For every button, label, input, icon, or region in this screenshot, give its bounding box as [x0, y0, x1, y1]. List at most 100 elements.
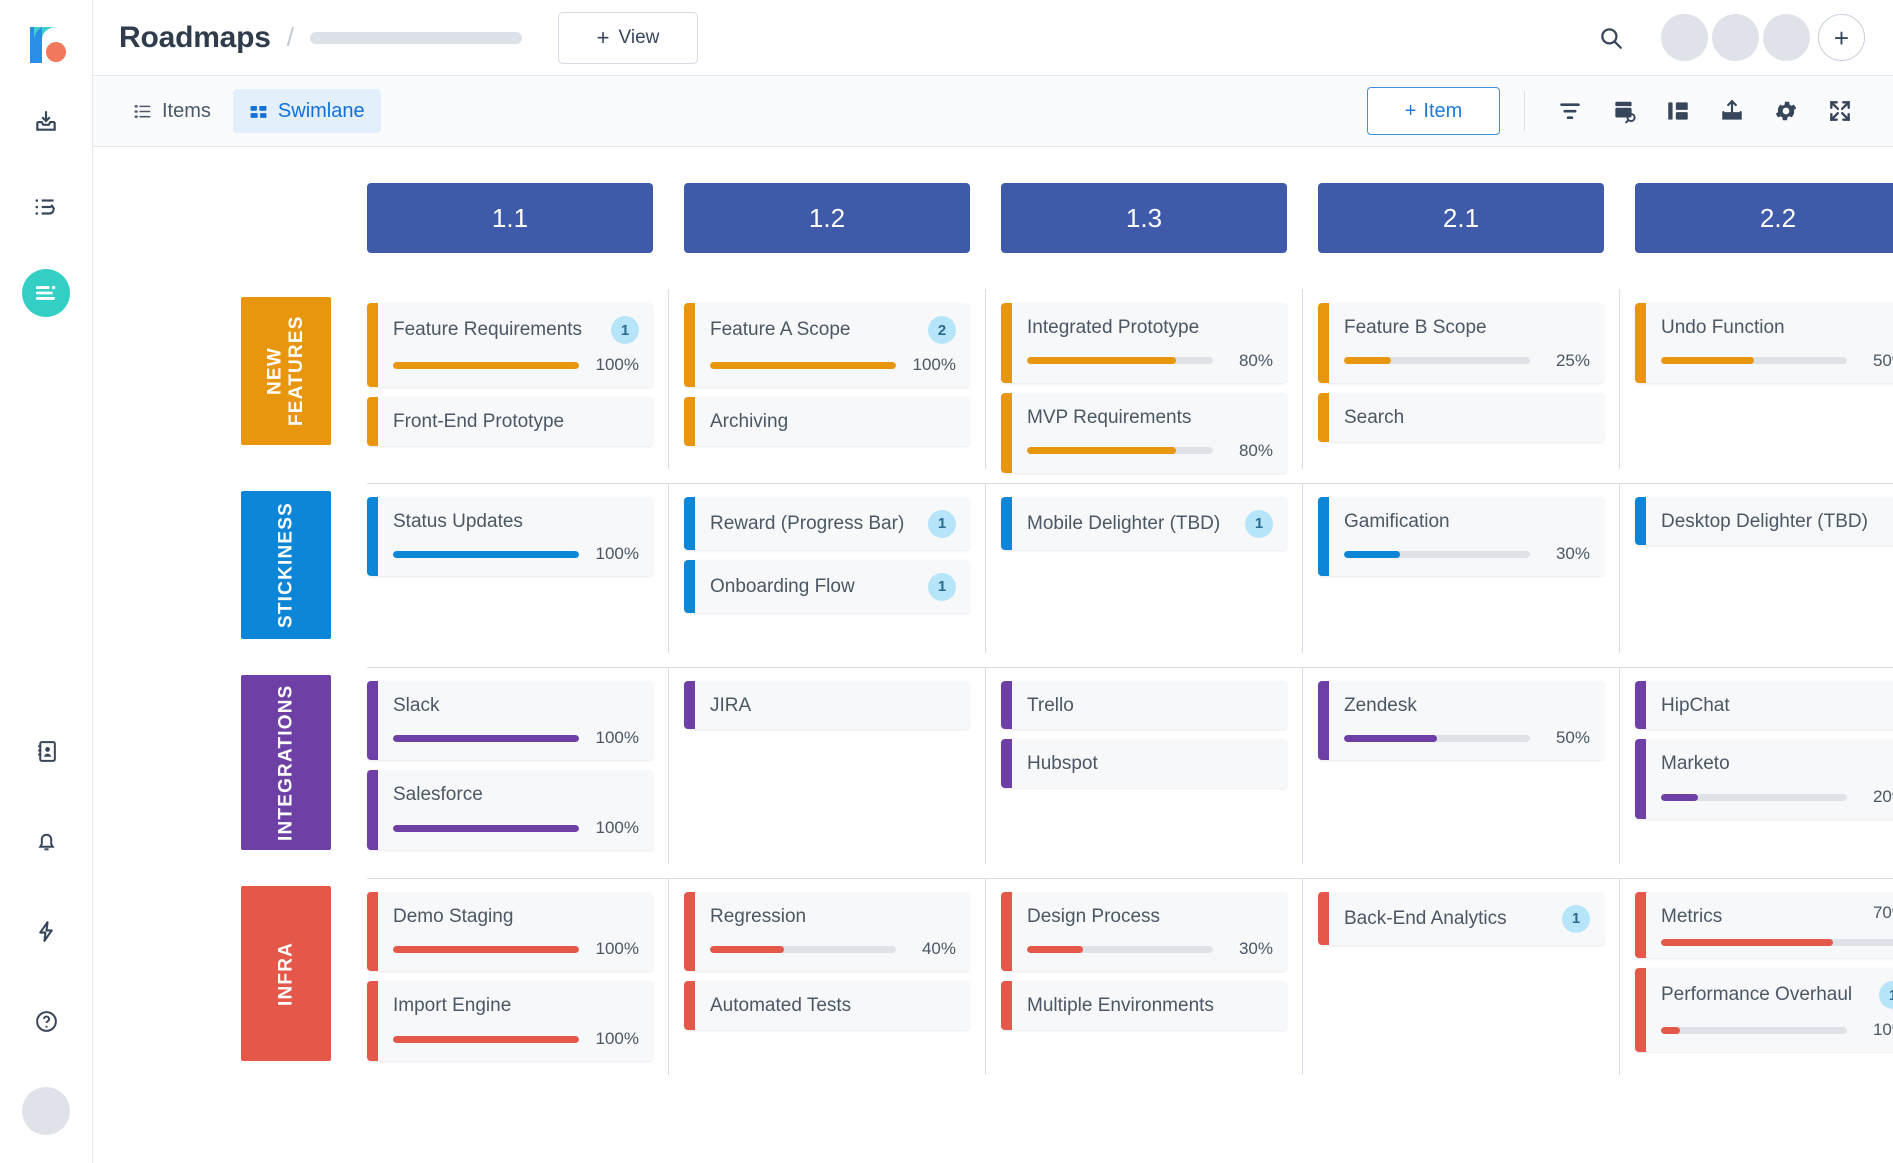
roadmap-item-card[interactable]: Automated Tests	[684, 981, 970, 1030]
roadmap-item-card[interactable]: Design Process 30%	[1001, 891, 1287, 972]
gear-icon[interactable]	[1759, 87, 1813, 135]
sidebar-item-inbox[interactable]	[22, 97, 70, 145]
card-count-badge[interactable]: 1	[1879, 981, 1893, 1010]
tab-swimlane[interactable]: Swimlane	[232, 89, 381, 133]
roadmap-item-card[interactable]: Demo Staging 100%	[367, 891, 653, 972]
card-count-badge[interactable]: 1	[1245, 509, 1273, 538]
add-view-button[interactable]: + View	[558, 11, 699, 64]
roadmap-item-card[interactable]: HipChat	[1635, 680, 1893, 730]
roadmap-item-card[interactable]: Slack 100%	[367, 680, 653, 761]
layout-panel-icon[interactable]	[1651, 87, 1705, 135]
card-progress-percent: 20%	[1872, 787, 1893, 806]
roadmap-item-card[interactable]: Zendesk 50%	[1318, 680, 1604, 761]
roadmap-item-card[interactable]: JIRA	[684, 680, 970, 730]
roadmap-item-card[interactable]: Search	[1318, 392, 1604, 442]
card-count-badge[interactable]: 1	[928, 509, 956, 538]
column-header[interactable]: 1.2	[684, 183, 970, 253]
swimlane-cell[interactable]: Design Process 30% Multiple Environments	[1001, 877, 1303, 1089]
sidebar-item-integrations[interactable]	[22, 907, 70, 955]
avatar[interactable]	[22, 1087, 70, 1135]
roadmap-item-card[interactable]: Front-End Prototype	[367, 397, 653, 446]
sidebar-item-feedback[interactable]	[22, 183, 70, 231]
progress-track	[393, 734, 579, 742]
roadmap-item-card[interactable]: Integrated Prototype 80%	[1001, 303, 1287, 383]
roadmap-item-card[interactable]: Performance Overhaul 1 10%	[1635, 968, 1893, 1053]
search-icon[interactable]	[1589, 16, 1633, 60]
roadmap-item-card[interactable]: MVP Requirements 80%	[1001, 392, 1287, 473]
swimlane-cell[interactable]: JIRA	[684, 666, 986, 878]
swimlane-cell[interactable]: Zendesk 50%	[1318, 666, 1620, 878]
sidebar-item-notifications[interactable]	[22, 817, 70, 865]
roadmap-item-card[interactable]: Mobile Delighter (TBD) 1	[1001, 496, 1287, 550]
card-title: Slack	[393, 694, 440, 716]
column-header[interactable]: 1.1	[367, 183, 653, 253]
swimlane-cell[interactable]: Desktop Delighter (TBD)	[1635, 483, 1893, 667]
card-count-badge[interactable]: 1	[611, 316, 639, 344]
roadmap-item-card[interactable]: Desktop Delighter (TBD)	[1635, 496, 1893, 546]
roadmap-item-card[interactable]: Feature A Scope 2 100%	[684, 303, 970, 387]
swimlane-cell[interactable]: Trello Hubspot	[1001, 666, 1303, 878]
roadmap-item-card[interactable]: Status Updates 100%	[367, 496, 653, 577]
roadmap-item-card[interactable]: Feature B Scope 25%	[1318, 303, 1604, 383]
card-title-row: Mobile Delighter (TBD) 1	[1027, 509, 1273, 538]
swimlane-cell[interactable]: Gamification 30%	[1318, 482, 1620, 667]
swimlane-cell[interactable]: Undo Function 50%	[1635, 289, 1893, 483]
add-item-button[interactable]: + Item	[1367, 87, 1500, 135]
sidebar-item-help[interactable]	[22, 997, 70, 1045]
card-count-badge[interactable]: 2	[928, 316, 956, 344]
swimlane-cell[interactable]: Status Updates 100%	[367, 482, 669, 667]
roadmap-item-card[interactable]: Reward (Progress Bar) 1	[684, 496, 970, 550]
roadmap-item-card[interactable]: Back-End Analytics 1	[1318, 891, 1604, 945]
swimlane-cell[interactable]: Slack 100% Salesforce 100%	[367, 666, 669, 878]
card-count-badge[interactable]: 1	[928, 572, 956, 601]
roadmap-item-card[interactable]: Hubspot	[1001, 739, 1287, 788]
swimlane-cell[interactable]: HipChat Marketo 20%	[1635, 667, 1893, 878]
swimlane-cell[interactable]: Regression 40% Automated Tests	[684, 877, 986, 1089]
export-upload-icon[interactable]	[1705, 87, 1759, 135]
swimlane-label[interactable]: INFRA	[241, 885, 331, 1061]
roadmap-item-card[interactable]: Trello	[1001, 680, 1287, 730]
roadmap-item-card[interactable]: Undo Function 50%	[1635, 303, 1893, 383]
swimlane-label[interactable]: STICKINESS	[241, 490, 331, 639]
card-count-badge[interactable]: 1	[1562, 904, 1590, 933]
roadmap-item-card[interactable]: Regression 40%	[684, 891, 970, 972]
roadmap-item-card[interactable]: Import Engine 100%	[367, 981, 653, 1061]
swimlane-label[interactable]: NEW FEATURES	[241, 297, 331, 445]
swimlane-cell[interactable]: Back-End Analytics 1	[1318, 877, 1620, 1089]
swimlane-cell[interactable]: Mobile Delighter (TBD) 1	[1001, 482, 1303, 667]
roadmap-item-card[interactable]: Archiving	[684, 397, 970, 446]
roadmap-item-card[interactable]: Marketo 20%	[1635, 739, 1893, 819]
avatar[interactable]	[1712, 14, 1759, 61]
roadmap-item-card[interactable]: Feature Requirements 1 100%	[367, 303, 653, 387]
filter-icon[interactable]	[1543, 87, 1597, 135]
roadmap-item-card[interactable]: Onboarding Flow 1	[684, 559, 970, 613]
avatar[interactable]	[1763, 14, 1810, 61]
roadmap-item-card[interactable]: Metrics 70% 70%	[1635, 891, 1893, 959]
roadmap-item-card[interactable]: Salesforce 100%	[367, 770, 653, 850]
avatar[interactable]	[1661, 14, 1708, 61]
invite-user-button[interactable]: +	[1818, 14, 1865, 61]
card-progress-row: 100%	[710, 355, 956, 375]
app-logo[interactable]	[18, 17, 74, 73]
roadmap-item-card[interactable]: Gamification 30%	[1318, 496, 1604, 577]
swimlane-cell[interactable]: Integrated Prototype 80% MVP Requirements 8…	[1001, 289, 1303, 483]
card-progress-percent: 100%	[595, 355, 639, 374]
roadmap-item-card[interactable]: Multiple Environments	[1001, 981, 1287, 1030]
swimlane-cell[interactable]: Feature Requirements 1 100% Front-End Proto…	[367, 289, 669, 483]
swimlane-cell[interactable]: Feature B Scope 25% Search	[1318, 289, 1620, 483]
swimlane-cell[interactable]: Metrics 70% 70% Performance Overhaul 1 10%	[1635, 878, 1893, 1089]
fullscreen-expand-icon[interactable]	[1813, 87, 1867, 135]
swimlane-cell[interactable]: Reward (Progress Bar) 1 Onboarding Flow 1	[684, 482, 986, 667]
field-link-icon[interactable]	[1597, 87, 1651, 135]
swimlane-cell[interactable]: Feature A Scope 2 100% Archiving	[684, 289, 986, 483]
tab-items[interactable]: Items	[117, 89, 227, 133]
main-area: Roadmaps / + View + Items Swimlane + Ite…	[93, 0, 1893, 1163]
column-header[interactable]: 2.1	[1318, 183, 1604, 253]
column-header[interactable]: 1.3	[1001, 183, 1287, 253]
swimlane-cell[interactable]: Demo Staging 100% Import Engine 100%	[367, 877, 669, 1089]
sidebar-item-contacts[interactable]	[22, 727, 70, 775]
swimlane-label[interactable]: INTEGRATIONS	[241, 674, 331, 850]
sidebar-item-roadmaps[interactable]	[22, 269, 70, 317]
swimlane-board[interactable]: 1.1 1.2 1.3 2.1 2.2 NEW FEATURES Feature Requ…	[93, 147, 1893, 1163]
column-header[interactable]: 2.2	[1635, 183, 1893, 253]
